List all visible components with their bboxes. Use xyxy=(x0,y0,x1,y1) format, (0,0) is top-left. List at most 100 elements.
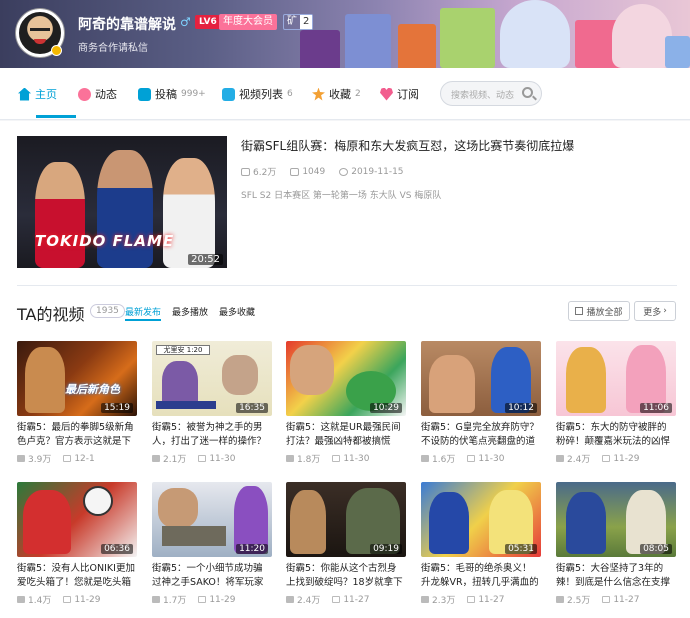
more-label: 更多 xyxy=(643,307,662,318)
verified-badge-icon xyxy=(51,45,62,56)
sort-favorites[interactable]: 最多收藏 xyxy=(219,305,255,318)
featured-comments: 1049 xyxy=(290,165,325,178)
video-card[interactable]: 10:12 街霸5：G皇完全放弃防守？不设防的伏笔点亮翻盘的道路！ 1.6万 1… xyxy=(421,341,541,465)
video-thumbnail[interactable]: 10:12 xyxy=(421,341,541,416)
tab-uploads-label: 投稿 xyxy=(155,88,177,101)
calendar-icon xyxy=(467,455,476,462)
gift-box-decoration xyxy=(345,14,391,68)
video-card[interactable]: 10:29 街霸5：这就是UR最强民间打法？最强凶特都被搞慌了！ 1.8万 11… xyxy=(286,341,406,465)
video-title[interactable]: 街霸5：G皇完全放弃防守？不设防的伏笔点亮翻盘的道路！ xyxy=(421,421,541,449)
player-figure xyxy=(35,162,85,268)
tab-home-label: 主页 xyxy=(35,88,57,101)
ball-icon xyxy=(83,486,113,516)
video-date: 11-29 xyxy=(198,593,235,606)
player-figure xyxy=(163,158,215,268)
featured-meta: 6.2万 1049 2019-11-15 xyxy=(241,165,404,178)
video-duration: 06:36 xyxy=(101,544,133,554)
video-card[interactable]: 09:19 街霸5：你能从这个古烈身上找到破绽吗？18岁就拿下古烈 2.4万 1… xyxy=(286,482,406,606)
play-all-icon xyxy=(575,307,584,315)
video-date-value: 11-27 xyxy=(343,594,370,605)
more-button[interactable]: 更多 › xyxy=(634,301,676,321)
video-date: 11-27 xyxy=(467,593,504,606)
tab-dynamic[interactable]: 动态 xyxy=(78,86,117,102)
video-date-value: 11-27 xyxy=(613,594,640,605)
character-figure xyxy=(566,347,606,413)
video-date: 11-30 xyxy=(467,452,504,465)
search-icon[interactable] xyxy=(522,87,533,98)
video-card[interactable]: 06:36 街霸5：没有人比ONIKI更加爱吃头箱了！您就是吃头箱第 1.4万 … xyxy=(17,482,137,606)
video-card[interactable]: 08:05 街霸5：大谷坚持了3年的辣！到底是什么信念在支撑他用隆 2.5万 1… xyxy=(556,482,676,606)
video-duration: 11:06 xyxy=(640,403,672,413)
tab-home[interactable]: 主页 xyxy=(18,86,57,102)
tab-uploads[interactable]: 投稿 999+ xyxy=(138,86,206,102)
video-title[interactable]: 街霸5：毛哥的绝杀奥义！升龙躲VR，扭转几乎满血的血量 xyxy=(421,562,541,590)
video-date: 11-29 xyxy=(602,452,639,465)
video-title[interactable]: 街霸5：最后的拳脚5级新角色卢克？官方表示这就是下一代 xyxy=(17,421,137,449)
calendar-icon xyxy=(602,455,611,462)
featured-duration: 20:52 xyxy=(188,254,223,265)
thumb-text: 最后新角色 xyxy=(65,383,120,396)
play-count-icon xyxy=(241,167,250,176)
sort-plays[interactable]: 最多播放 xyxy=(172,305,208,318)
video-card[interactable]: 最后新角色 15:19 街霸5：最后的拳脚5级新角色卢克？官方表示这就是下一代 … xyxy=(17,341,137,465)
video-thumbnail[interactable]: 10:29 xyxy=(286,341,406,416)
video-date-value: 11-29 xyxy=(613,453,640,464)
video-meta: 1.8万 11-30 xyxy=(286,452,406,465)
dynamic-icon xyxy=(78,87,91,101)
video-title[interactable]: 街霸5：这就是UR最强民间打法？最强凶特都被搞慌了！ xyxy=(286,421,406,449)
video-plays-value: 1.4万 xyxy=(28,596,52,606)
video-duration: 05:31 xyxy=(505,544,537,554)
play-count-icon xyxy=(17,455,25,462)
face-figure xyxy=(290,345,334,395)
calendar-icon xyxy=(198,455,207,462)
chevron-right-icon: › xyxy=(663,306,667,316)
vip-badge[interactable]: 年度大会员 xyxy=(219,14,277,30)
tab-playlist-label: 视频列表 xyxy=(239,88,283,101)
video-thumbnail[interactable]: 11:06 xyxy=(556,341,676,416)
tab-playlist[interactable]: 视频列表 6 xyxy=(222,86,293,102)
video-thumbnail[interactable]: 06:36 xyxy=(17,482,137,557)
video-date: 11-27 xyxy=(332,593,369,606)
video-meta: 1.7万 11-29 xyxy=(152,593,272,606)
username: 阿奇的靠谱解说 xyxy=(78,17,176,33)
banner-strip xyxy=(156,401,216,409)
star-icon xyxy=(312,87,325,101)
video-duration: 15:19 xyxy=(101,403,133,413)
tab-subscribe[interactable]: 订阅 xyxy=(380,86,419,102)
video-card[interactable]: 11:06 街霸5：东大的防守被胖的粉碎！颠覆嘉米玩法的凶悍之 2.4万 11-… xyxy=(556,341,676,465)
featured-comments-value: 1049 xyxy=(302,166,326,177)
video-plays: 2.5万 xyxy=(556,593,590,606)
character-figure xyxy=(566,492,606,554)
video-card[interactable]: 尤里安 1:20 16:35 街霸5：被誉为神之手的男人，打出了迷一样的操作？这… xyxy=(152,341,272,465)
video-plays: 2.4万 xyxy=(556,452,590,465)
video-thumbnail[interactable]: 09:19 xyxy=(286,482,406,557)
video-date: 11-29 xyxy=(63,593,100,606)
comment-icon xyxy=(290,167,300,176)
video-duration: 08:05 xyxy=(640,544,672,554)
video-title[interactable]: 街霸5：你能从这个古烈身上找到破绽吗？18岁就拿下古烈 xyxy=(286,562,406,590)
avatar[interactable] xyxy=(16,9,64,57)
video-thumbnail[interactable]: 尤里安 1:20 16:35 xyxy=(152,341,272,416)
video-date-value: 11-30 xyxy=(209,453,236,464)
video-title[interactable]: 街霸5：大谷坚持了3年的辣！到底是什么信念在支撑他用隆 xyxy=(556,562,676,590)
video-card[interactable]: 05:31 街霸5：毛哥的绝杀奥义！升龙躲VR，扭转几乎满血的血量 2.3万 1… xyxy=(421,482,541,606)
video-title[interactable]: 街霸5：一个小细节成功骗过神之手SAKO！将军玩家中最 xyxy=(152,562,272,590)
video-title[interactable]: 街霸5：东大的防守被胖的粉碎！颠覆嘉米玩法的凶悍之 xyxy=(556,421,676,449)
play-count-icon xyxy=(556,455,564,462)
featured-video-thumbnail[interactable]: TOKIDO FLAME 20:52 xyxy=(17,136,227,268)
video-thumbnail[interactable]: 05:31 xyxy=(421,482,541,557)
video-title[interactable]: 街霸5：被誉为神之手的男人，打出了迷一样的操作？这 xyxy=(152,421,272,449)
character-decoration xyxy=(612,4,672,68)
video-card[interactable]: 11:20 街霸5：一个小细节成功骗过神之手SAKO！将军玩家中最 1.7万 1… xyxy=(152,482,272,606)
video-title[interactable]: 街霸5：没有人比ONIKI更加爱吃头箱了！您就是吃头箱第 xyxy=(17,562,137,590)
video-duration: 10:12 xyxy=(505,403,537,413)
video-thumbnail[interactable]: 11:20 xyxy=(152,482,272,557)
video-date: 11-27 xyxy=(602,593,639,606)
sort-latest[interactable]: 最新发布 xyxy=(125,305,161,318)
play-all-button[interactable]: 播放全部 xyxy=(568,301,630,321)
avatar-glasses xyxy=(30,28,50,34)
video-thumbnail[interactable]: 最后新角色 15:19 xyxy=(17,341,137,416)
video-thumbnail[interactable]: 08:05 xyxy=(556,482,676,557)
tab-favorites[interactable]: 收藏 2 xyxy=(312,86,361,102)
featured-title[interactable]: 街霸SFL组队赛：梅原和东大发疯互怼，这场比赛节奏彻底拉爆 xyxy=(241,137,574,154)
